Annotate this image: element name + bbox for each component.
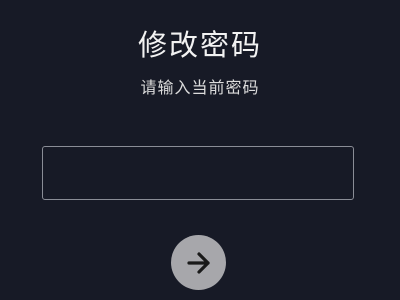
page-title: 修改密码 bbox=[137, 28, 262, 62]
submit-button[interactable] bbox=[171, 235, 226, 290]
change-password-screen: 修改密码 请输入当前密码 bbox=[0, 0, 400, 300]
page-subtitle: 请输入当前密码 bbox=[140, 78, 260, 97]
current-password-input[interactable] bbox=[42, 146, 354, 200]
arrow-right-icon bbox=[186, 251, 210, 274]
